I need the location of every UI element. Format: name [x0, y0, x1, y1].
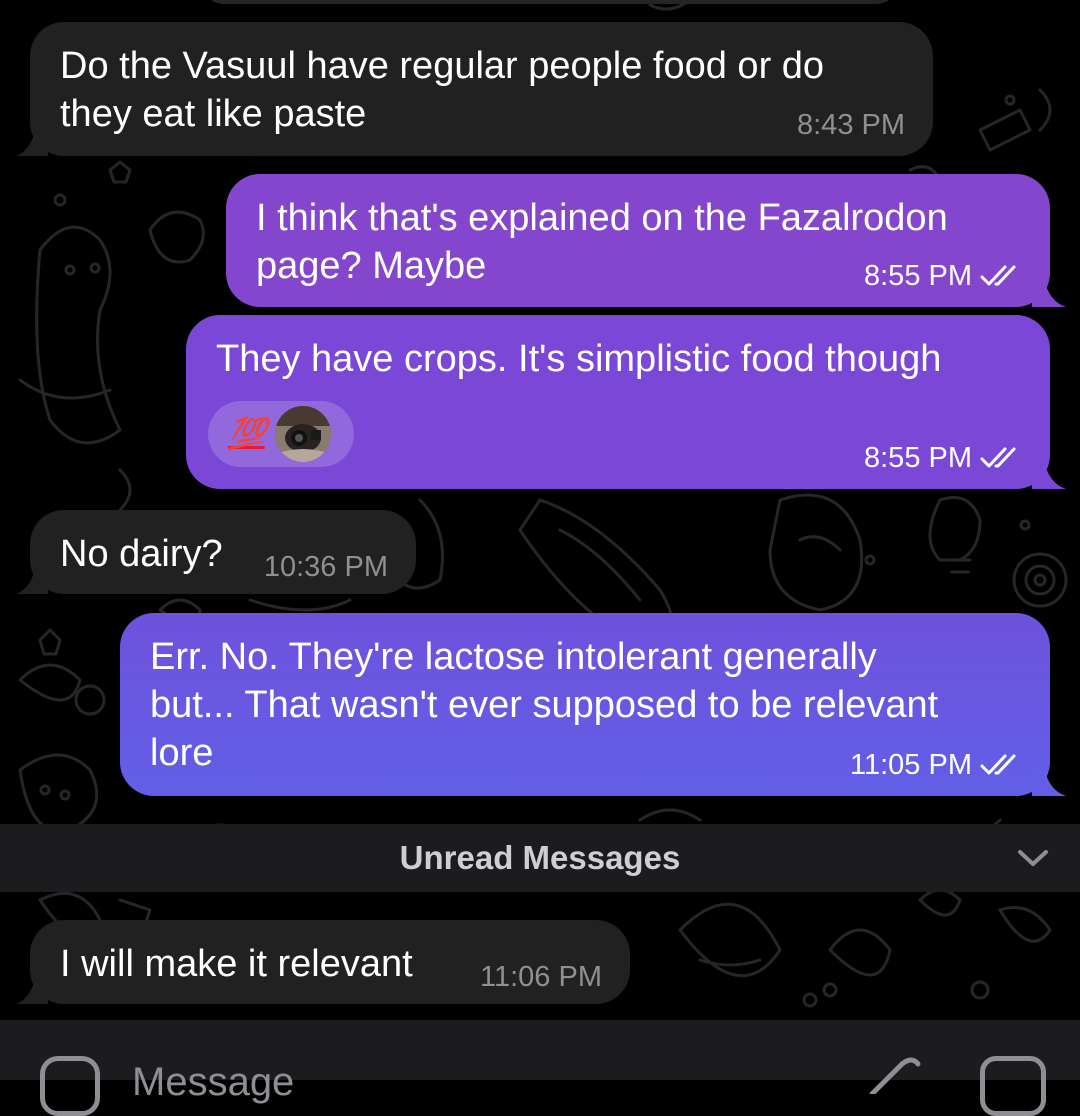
message-time: 11:06 PM	[480, 961, 602, 993]
previous-message-edge	[200, 0, 900, 4]
unread-messages-label: Unread Messages	[399, 839, 681, 876]
message-time: 8:43 PM	[797, 109, 905, 141]
message-bubble-outgoing[interactable]: Err. No. They're lactose intolerant gene…	[120, 613, 1066, 796]
double-check-icon	[980, 264, 1022, 288]
bubble-tail-icon	[1032, 277, 1066, 307]
message-composer	[0, 1020, 1080, 1116]
message-input[interactable]	[132, 1060, 732, 1105]
double-check-icon	[980, 753, 1022, 777]
message-text: Do the Vasuul have regular people food o…	[60, 45, 825, 135]
message-bubble-outgoing[interactable]: They have crops. It's simplistic food th…	[186, 315, 1066, 489]
unread-messages-divider: Unread Messages	[0, 824, 1080, 892]
message-time: 10:36 PM	[263, 551, 388, 583]
bubble-tail-icon	[16, 974, 48, 1004]
message-bubble-incoming[interactable]: I will make it relevant 11:06 PM	[16, 920, 630, 1004]
message-time: 8:55 PM	[864, 260, 972, 292]
message-text: They have crops. It's simplistic food th…	[216, 338, 942, 380]
message-bubble-incoming[interactable]: Do the Vasuul have regular people food o…	[16, 22, 933, 156]
reaction-emoji: 💯	[228, 416, 267, 452]
camera-icon[interactable]	[980, 1056, 1046, 1116]
paperclip-icon[interactable]	[862, 1054, 922, 1094]
message-reactions[interactable]: 💯	[208, 401, 354, 467]
message-bubble-incoming[interactable]: No dairy? 10:36 PM	[16, 510, 416, 594]
bubble-tail-icon	[1032, 459, 1066, 489]
bubble-tail-icon	[16, 126, 48, 156]
chevron-down-icon[interactable]	[1016, 846, 1050, 870]
bubble-tail-icon	[1032, 766, 1066, 796]
double-check-icon	[980, 446, 1022, 470]
reactor-avatar	[274, 406, 331, 462]
message-time: 8:55 PM	[864, 442, 972, 474]
message-time: 11:05 PM	[850, 749, 972, 781]
message-bubble-outgoing[interactable]: I think that's explained on the Fazalrod…	[226, 174, 1066, 307]
emoji-icon[interactable]	[40, 1056, 100, 1116]
bubble-tail-icon	[16, 564, 48, 594]
